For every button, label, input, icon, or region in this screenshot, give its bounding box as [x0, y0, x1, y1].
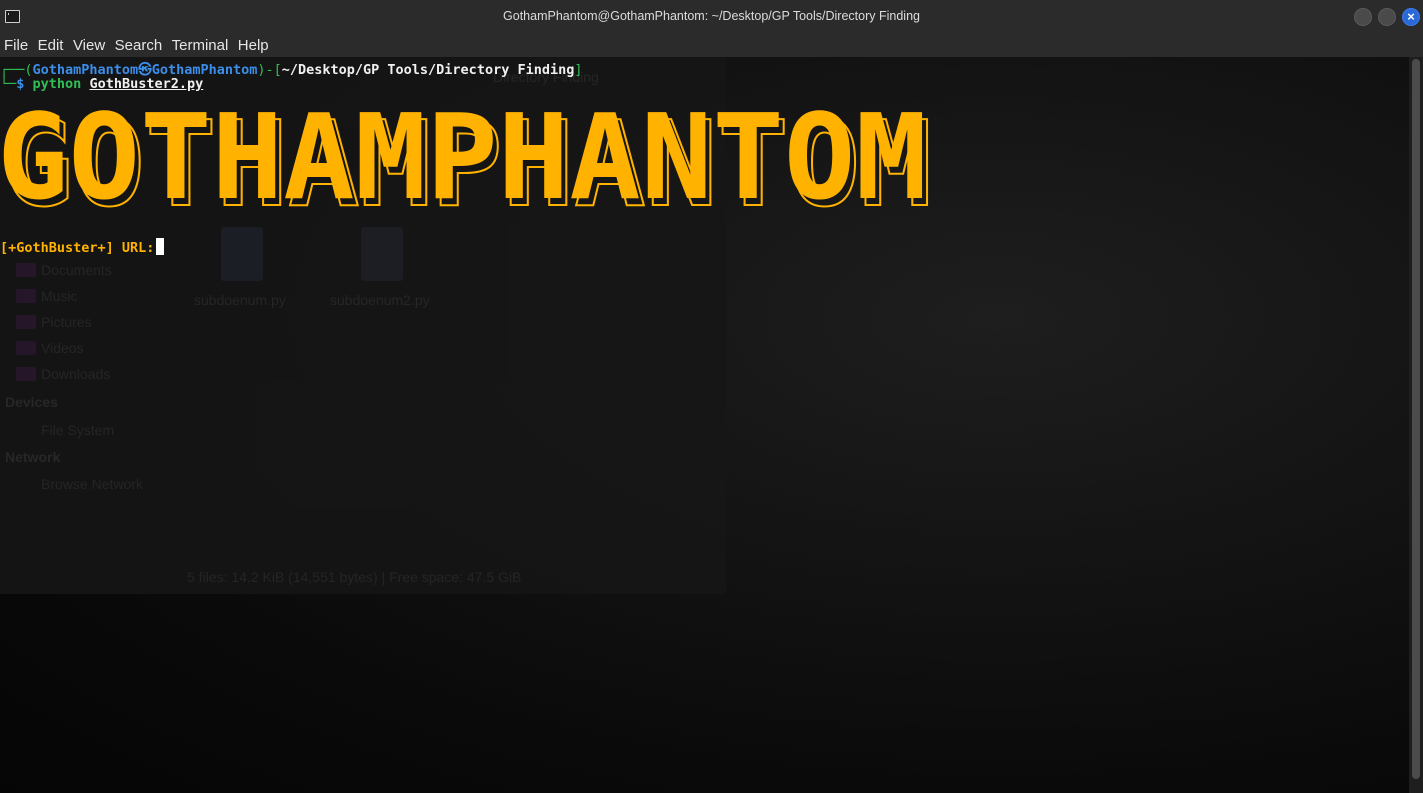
command-line: └─$ python GothBuster2.py — [0, 76, 203, 92]
menu-view[interactable]: View — [73, 34, 105, 54]
prompt-mid: )-[ — [257, 62, 282, 78]
window-titlebar[interactable]: GothamPhantom@GothamPhantom: ~/Desktop/G… — [0, 0, 1423, 35]
prompt-dollar: $ — [16, 76, 25, 92]
command-argument: GothBuster2.py — [89, 76, 204, 92]
text-cursor[interactable] — [156, 238, 165, 255]
menu-bar: File Edit View Search Terminal Help — [0, 34, 1423, 57]
menu-help[interactable]: Help — [238, 34, 269, 54]
close-button[interactable]: × — [1402, 8, 1420, 26]
prompt-corner: └─ — [0, 76, 17, 92]
prompt-line: ┌──(GothamPhantom㉿GothamPhantom)-[~/Desk… — [0, 58, 583, 78]
banner-text: GOTHAMPHANTOM — [0, 103, 927, 223]
minimize-button[interactable] — [1354, 8, 1372, 26]
menu-terminal[interactable]: Terminal — [172, 34, 229, 54]
ascii-banner: GOTHAMPHANTOM GOTHAMPHANTOM — [0, 103, 933, 223]
maximize-button[interactable] — [1378, 8, 1396, 26]
scrollbar-thumb[interactable] — [1412, 59, 1420, 779]
menu-search[interactable]: Search — [115, 34, 163, 54]
terminal-scrollbar[interactable] — [1409, 57, 1423, 793]
terminal-area[interactable]: ┌──(GothamPhantom㉿GothamPhantom)-[~/Desk… — [0, 57, 1409, 793]
url-input-line[interactable]: [+GothBuster+] URL: — [0, 238, 165, 256]
prompt-close: ] — [574, 62, 583, 78]
menu-edit[interactable]: Edit — [38, 34, 64, 54]
prompt-path: ~/Desktop/GP Tools/Directory Finding — [281, 62, 575, 78]
window-title: GothamPhantom@GothamPhantom: ~/Desktop/G… — [503, 9, 920, 23]
command-name: python — [32, 76, 82, 92]
menu-file[interactable]: File — [4, 34, 28, 54]
close-icon: × — [1407, 9, 1415, 24]
url-prompt: [+GothBuster+] URL: — [0, 240, 155, 256]
